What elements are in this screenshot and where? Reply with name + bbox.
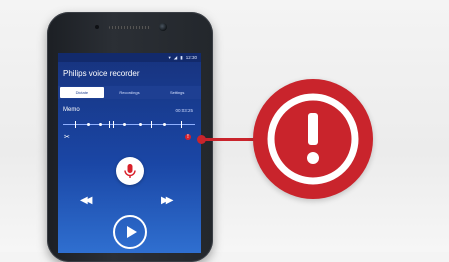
rewind-icon[interactable]: ◀◀: [80, 195, 93, 206]
recording-time: 00:03:25: [175, 108, 193, 113]
scissors-icon[interactable]: ✂: [64, 133, 70, 141]
timeline-dot: [87, 123, 90, 126]
play-button[interactable]: [113, 215, 147, 249]
earpiece-speaker: [109, 26, 151, 29]
timeline-dot: [163, 123, 166, 126]
proximity-sensor: [95, 25, 99, 29]
record-button[interactable]: [116, 157, 144, 185]
timeline-dot: [139, 123, 142, 126]
callout-connector: [200, 138, 260, 141]
battery-icon: ▮: [180, 55, 183, 60]
timeline-marker: [113, 121, 114, 128]
recording-timeline[interactable]: [63, 119, 195, 129]
tab-dictate[interactable]: Dictate: [60, 87, 104, 98]
exclamation-marker-icon: !: [185, 134, 191, 140]
timeline-marker: [75, 121, 76, 128]
timeline-track: [63, 124, 195, 125]
play-icon: [127, 226, 137, 238]
callout-anchor-dot: [197, 135, 206, 144]
exclamation-icon: [267, 93, 359, 185]
wifi-icon: ▾: [168, 55, 171, 60]
signal-icon: ◢: [173, 55, 178, 60]
timeline-marker: [151, 121, 152, 128]
timeline-dot: [123, 123, 126, 126]
app-title: Philips voice recorder: [63, 69, 140, 78]
tab-settings[interactable]: Settings: [155, 87, 199, 98]
tab-bar: Dictate Recordings Settings: [58, 86, 201, 99]
status-bar: ▾ ◢ ▮ 12:30: [58, 53, 201, 62]
phone-screen: ▾ ◢ ▮ 12:30 Philips voice recorder Dicta…: [58, 53, 201, 253]
timeline-marker: [181, 121, 182, 128]
microphone-icon: [124, 164, 136, 178]
tab-recordings[interactable]: Recordings: [108, 87, 152, 98]
timeline-dot: [99, 123, 102, 126]
recording-name: Memo: [63, 107, 80, 113]
front-camera: [159, 23, 167, 31]
status-time: 12:30: [185, 55, 197, 60]
alert-badge: [253, 79, 373, 199]
timeline-marker: [109, 121, 110, 128]
fast-forward-icon[interactable]: ▶▶: [161, 195, 174, 206]
